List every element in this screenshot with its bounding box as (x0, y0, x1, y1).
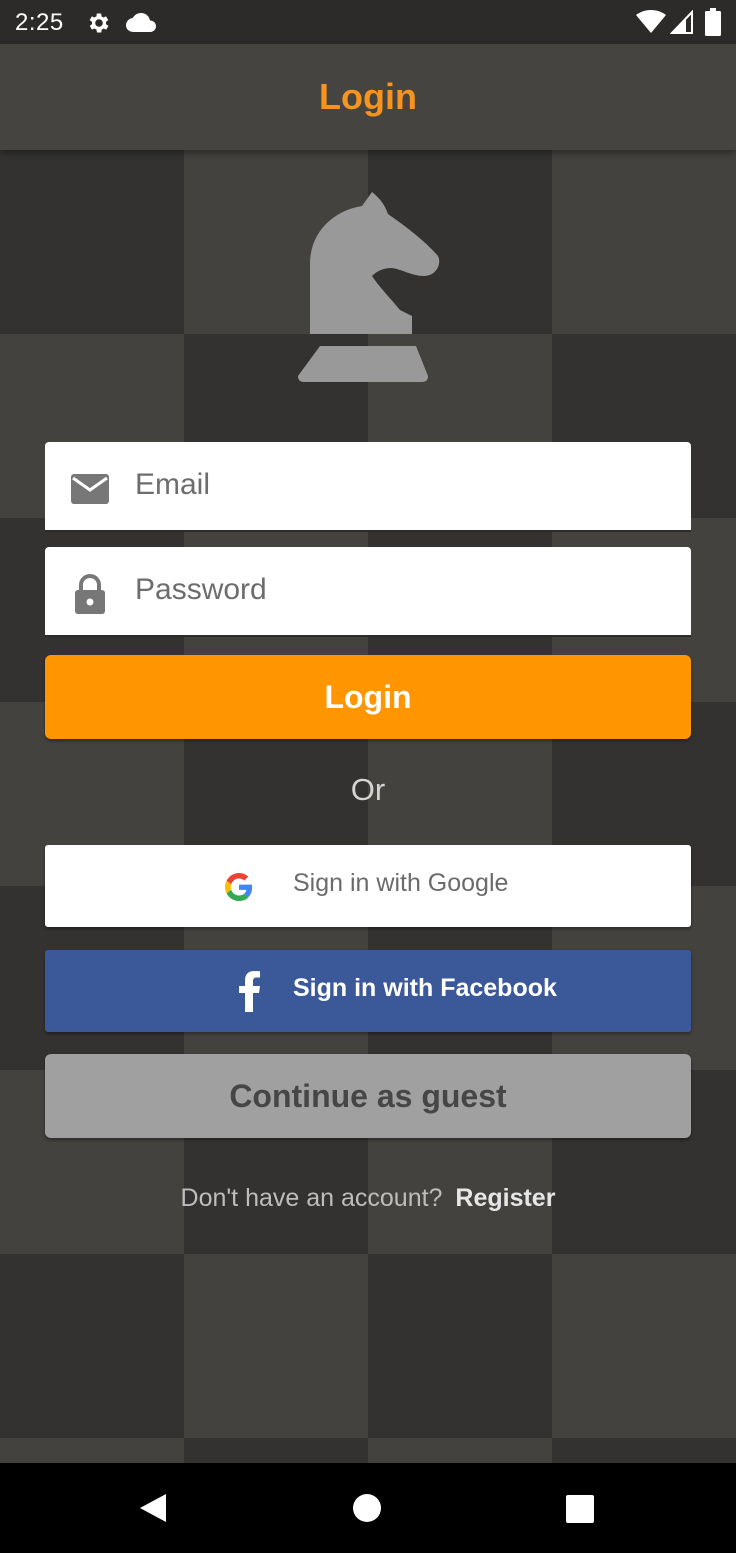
register-prompt: Don't have an account? (180, 1184, 443, 1212)
login-button-label: Login (324, 678, 412, 715)
home-icon[interactable] (353, 1494, 381, 1522)
email-field[interactable] (45, 442, 691, 532)
cell-signal-icon (670, 10, 693, 34)
board-square (0, 150, 184, 334)
wifi-icon (636, 10, 666, 33)
app-bar: Login (0, 44, 736, 150)
board-square (552, 150, 736, 334)
cloud-icon (126, 13, 156, 32)
lock-icon (75, 574, 105, 614)
board-square (0, 1254, 184, 1438)
password-field[interactable] (45, 547, 691, 637)
page-title: Login (319, 76, 417, 117)
battery-icon (705, 8, 721, 36)
register-link[interactable]: Register (455, 1184, 555, 1212)
password-input[interactable] (135, 547, 675, 633)
navigation-bar (0, 1463, 736, 1553)
login-screen: 2:25 Login Email Login Or Sign in with G… (0, 0, 736, 1553)
settings-gear-icon (89, 13, 109, 33)
login-button[interactable]: Login (45, 655, 691, 739)
facebook-button-label: Sign in with Facebook (293, 974, 557, 1002)
status-time: 2:25 (15, 9, 64, 36)
mail-icon (71, 474, 109, 504)
google-sign-in-button[interactable]: Sign in with Google (45, 845, 691, 927)
facebook-sign-in-button[interactable]: Sign in with Facebook (45, 950, 691, 1032)
register-row: Don't have an account? Register (0, 1184, 736, 1213)
board-square (368, 1254, 552, 1438)
google-button-label: Sign in with Google (293, 869, 509, 897)
email-input[interactable] (135, 442, 675, 528)
board-square (552, 1254, 736, 1438)
continue-as-guest-button[interactable]: Continue as guest (45, 1054, 691, 1138)
guest-button-label: Continue as guest (229, 1077, 507, 1114)
recents-icon[interactable] (566, 1495, 594, 1523)
divider-text: Or (350, 772, 386, 807)
chess-knight-icon (298, 192, 440, 382)
facebook-icon (239, 971, 260, 1012)
board-square (184, 1254, 368, 1438)
google-icon (225, 873, 253, 901)
back-icon[interactable] (138, 1492, 170, 1524)
status-bar: 2:25 (0, 0, 736, 44)
